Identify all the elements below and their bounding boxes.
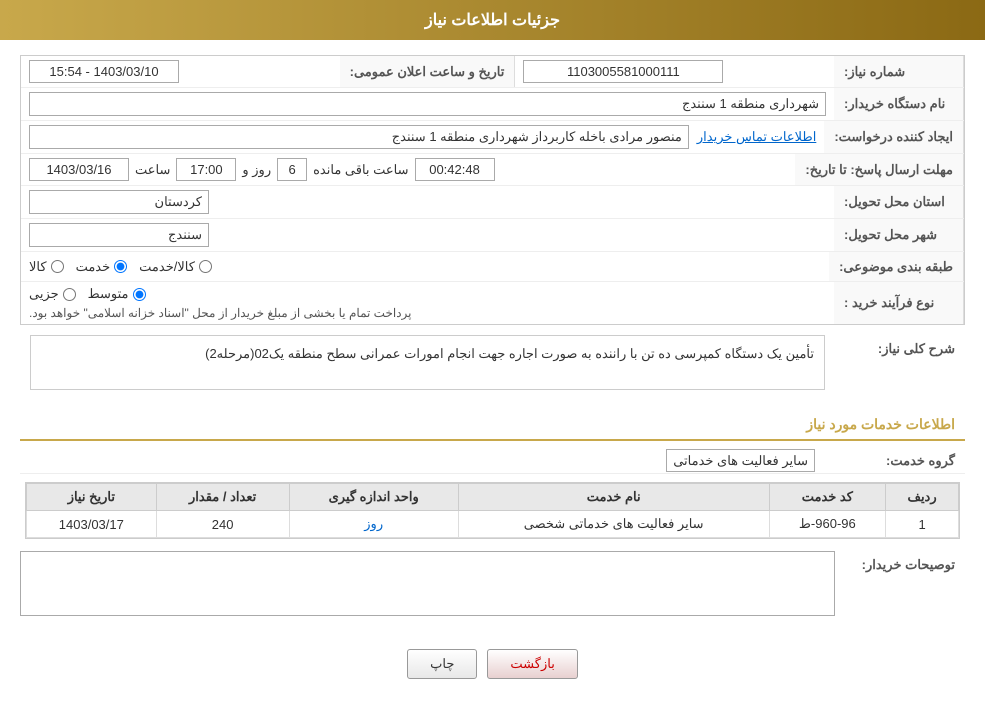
nam-dastgah-value: شهرداری منطقه 1 سنندج bbox=[29, 92, 826, 116]
ijad-value-cell: اطلاعات تماس خریدار منصور مرادی باخله کا… bbox=[21, 121, 824, 153]
page-header: جزئیات اطلاعات نیاز bbox=[0, 0, 985, 40]
faraiand-note: پرداخت تمام یا بخشی از مبلغ خریدار از مح… bbox=[29, 306, 412, 320]
tabaqe-khedmat-option[interactable]: خدمت bbox=[76, 259, 128, 275]
col-vahed: واحد اندازه گیری bbox=[289, 484, 458, 511]
tabaqe-khedmat-label: خدمت bbox=[76, 259, 111, 275]
ostan-label: استان محل تحویل: bbox=[834, 186, 964, 218]
sharh-section: شرح کلی نیاز: تأمین یک دستگاه کمپرسی ده … bbox=[20, 335, 965, 400]
mohlet-baqi-value: 00:42:48 bbox=[415, 158, 495, 181]
cell-tarikh: 1403/03/17 bbox=[27, 511, 157, 538]
shahr-label: شهر محل تحویل: bbox=[834, 219, 964, 251]
ostan-value: کردستان bbox=[29, 190, 209, 214]
table-row: 1 960-96-ط سایر فعالیت های خدماتی شخصی ر… bbox=[27, 511, 959, 538]
table-header: ردیف کد خدمت نام خدمت واحد اندازه گیری ت… bbox=[27, 484, 959, 511]
services-table-container: ردیف کد خدمت نام خدمت واحد اندازه گیری ت… bbox=[25, 482, 960, 539]
tabaqe-kala-option[interactable]: کالا bbox=[29, 259, 64, 275]
faraiand-label: نوع فرآیند خرید : bbox=[834, 282, 964, 324]
col-radif: ردیف bbox=[886, 484, 959, 511]
sharh-label: شرح کلی نیاز: bbox=[835, 335, 965, 363]
print-button[interactable]: چاپ bbox=[407, 649, 477, 679]
col-nam: نام خدمت bbox=[458, 484, 769, 511]
main-info-section: شماره نیاز: 1103005581000111 تاریخ و ساع… bbox=[20, 55, 965, 325]
faraiand-jozii-option[interactable]: جزیی bbox=[29, 286, 76, 302]
nam-dastgah-value-cell: شهرداری منطقه 1 سنندج bbox=[21, 88, 834, 120]
faraiand-row: نوع فرآیند خرید : متوسط جزیی پرداخت تمام… bbox=[21, 282, 964, 324]
mohlet-row: مهلت ارسال پاسخ: تا تاریخ: 00:42:48 ساعت… bbox=[21, 154, 964, 186]
tabaqe-kala-label: کالا bbox=[29, 259, 47, 275]
tosif-textarea[interactable] bbox=[20, 551, 835, 616]
shomara-row: شماره نیاز: 1103005581000111 تاریخ و ساع… bbox=[21, 56, 964, 88]
faraiand-value-cell: متوسط جزیی پرداخت تمام یا بخشی از مبلغ خ… bbox=[21, 282, 834, 324]
tabaqe-row: طبقه بندی موضوعی: کالا/خدمت خدمت bbox=[21, 252, 964, 282]
cell-radif: 1 bbox=[886, 511, 959, 538]
ijad-label: ایجاد کننده درخواست: bbox=[824, 121, 964, 153]
back-button[interactable]: بازگشت bbox=[487, 649, 577, 679]
nam-dastgah-label: نام دستگاه خریدار: bbox=[834, 88, 964, 120]
tosif-section: توصیحات خریدار: bbox=[20, 551, 965, 619]
shomara-niaz-value: 1103005581000111 bbox=[523, 60, 723, 83]
mohlet-date-value: 1403/03/16 bbox=[29, 158, 129, 181]
nam-dastgah-row: نام دستگاه خریدار: شهرداری منطقه 1 سنندج bbox=[21, 88, 964, 121]
services-table: ردیف کد خدمت نام خدمت واحد اندازه گیری ت… bbox=[26, 483, 959, 538]
cell-vahed: روز bbox=[289, 511, 458, 538]
mohlet-rouz-value: 6 bbox=[277, 158, 307, 181]
faraiand-motavaset-option[interactable]: متوسط bbox=[88, 286, 146, 302]
services-title: اطلاعات خدمات مورد نیاز bbox=[20, 410, 965, 441]
ijad-value: منصور مرادی باخله کاربرداز شهرداری منطقه… bbox=[29, 125, 689, 149]
mohlet-baqi-label: ساعت باقی مانده bbox=[313, 162, 408, 178]
faraiand-motavaset-label: متوسط bbox=[88, 286, 129, 302]
grouh-value-cell: سایر فعالیت های خدماتی bbox=[30, 453, 825, 469]
tabaqe-kala-khedmat-radio[interactable] bbox=[199, 260, 212, 273]
mohlet-saet-value: 17:00 bbox=[176, 158, 236, 181]
sharh-value: تأمین یک دستگاه کمپرسی ده تن با راننده ب… bbox=[30, 335, 825, 390]
cell-nam: سایر فعالیت های خدماتی شخصی bbox=[458, 511, 769, 538]
tabaqe-kala-khedmat-label: کالا/خدمت bbox=[139, 259, 195, 275]
main-content: شماره نیاز: 1103005581000111 تاریخ و ساع… bbox=[0, 40, 985, 709]
grouh-row: گروه خدمت: سایر فعالیت های خدماتی bbox=[20, 449, 965, 474]
tosif-value-wrapper bbox=[20, 551, 835, 619]
sharh-value-wrapper: تأمین یک دستگاه کمپرسی ده تن با راننده ب… bbox=[20, 335, 835, 400]
tabaqe-value-cell: کالا/خدمت خدمت کالا bbox=[21, 252, 829, 281]
ostan-value-cell: کردستان bbox=[21, 186, 834, 218]
tabaqe-khedmat-radio[interactable] bbox=[114, 260, 127, 273]
col-tarikh: تاریخ نیاز bbox=[27, 484, 157, 511]
tabaqe-label: طبقه بندی موضوعی: bbox=[829, 252, 964, 281]
tarikh-value: 1403/03/10 - 15:54 bbox=[29, 60, 179, 83]
col-kod: کد خدمت bbox=[769, 484, 886, 511]
shomara-niaz-value-cell: 1103005581000111 bbox=[515, 56, 834, 87]
faraiand-jozii-label: جزیی bbox=[29, 286, 59, 302]
grouh-label: گروه خدمت: bbox=[825, 453, 955, 469]
col-tedad: تعداد / مقدار bbox=[156, 484, 289, 511]
cell-tedad: 240 bbox=[156, 511, 289, 538]
mohlet-value-cell: 00:42:48 ساعت باقی مانده 6 روز و 17:00 س… bbox=[21, 154, 795, 185]
tabaqe-kala-radio[interactable] bbox=[51, 260, 64, 273]
services-section: اطلاعات خدمات مورد نیاز گروه خدمت: سایر … bbox=[20, 410, 965, 539]
faraiand-jozii-radio[interactable] bbox=[63, 288, 76, 301]
cell-kod: 960-96-ط bbox=[769, 511, 886, 538]
grouh-value: سایر فعالیت های خدماتی bbox=[666, 449, 815, 472]
shahr-value-cell: سنندج bbox=[21, 219, 834, 251]
mohlet-rouz-label: روز و bbox=[242, 162, 271, 178]
ostan-row: استان محل تحویل: کردستان bbox=[21, 186, 964, 219]
tarikh-value-cell: 1403/03/10 - 15:54 bbox=[21, 56, 340, 87]
shomara-niaz-label: شماره نیاز: bbox=[834, 56, 964, 87]
faraiand-motavaset-radio[interactable] bbox=[133, 288, 146, 301]
page-title: جزئیات اطلاعات نیاز bbox=[425, 12, 560, 29]
tabaqe-radio-group: کالا/خدمت خدمت کالا bbox=[29, 259, 212, 275]
ijad-row: ایجاد کننده درخواست: اطلاعات تماس خریدار… bbox=[21, 121, 964, 154]
shahr-value: سنندج bbox=[29, 223, 209, 247]
bottom-buttons: بازگشت چاپ bbox=[20, 634, 965, 694]
faraiand-radio-group: متوسط جزیی bbox=[29, 286, 146, 302]
ijad-link[interactable]: اطلاعات تماس خریدار bbox=[697, 129, 816, 145]
tabaqe-kala-khedmat-option[interactable]: کالا/خدمت bbox=[139, 259, 212, 275]
shahr-row: شهر محل تحویل: سنندج bbox=[21, 219, 964, 252]
mohlet-label: مهلت ارسال پاسخ: تا تاریخ: bbox=[795, 154, 964, 185]
mohlet-saet-label: ساعت bbox=[135, 162, 170, 178]
tosif-label: توصیحات خریدار: bbox=[835, 551, 965, 579]
page-container: جزئیات اطلاعات نیاز شماره نیاز: 11030055… bbox=[0, 0, 985, 709]
tarikh-label: تاریخ و ساعت اعلان عمومی: bbox=[340, 56, 516, 87]
table-body: 1 960-96-ط سایر فعالیت های خدماتی شخصی ر… bbox=[27, 511, 959, 538]
